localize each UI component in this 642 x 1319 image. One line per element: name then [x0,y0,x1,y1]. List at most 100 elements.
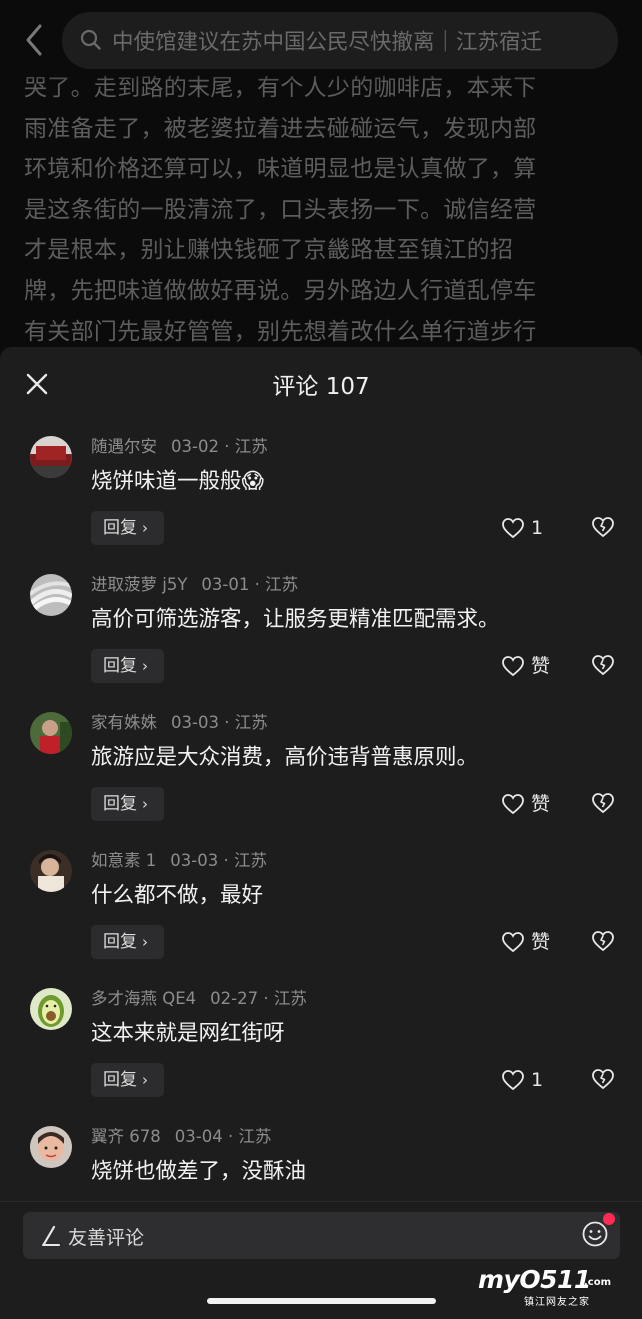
comment-text: 旅游应是大众消费，高价违背普惠原则。 [91,745,479,770]
comment-region: 江苏 [233,851,267,870]
comment-date: 03-04 [174,1127,223,1146]
heart-icon [502,794,524,815]
broken-heart-icon [592,931,614,952]
dislike-button[interactable] [590,653,616,679]
dislike-button[interactable] [590,1067,616,1093]
avatar[interactable] [30,988,72,1030]
comments-sheet: 评论 107 随遇尔安 03-02 · 江苏 烧饼味道一般般😱 回复 › 1 进取菠… [0,347,642,1319]
like-button[interactable]: 1 [501,516,561,542]
comment-meta: 如意素 1 03-03 · 江苏 [91,851,267,870]
reply-button[interactable]: 回复 › [91,511,164,545]
top-bar: 中使馆建议在苏中国公民尽快撤离｜江苏宿迁 [0,0,642,82]
comment-text: 高价可筛选游客，让服务更精准匹配需求。 [91,607,500,632]
article-line: 才是根本，别让赚快钱砸了京畿路甚至镇江的招 [24,237,514,264]
username[interactable]: 翼齐 678 [91,1127,161,1146]
article-line: 是这条街的一股清流了，口头表扬一下。诚信经营 [24,196,537,223]
username[interactable]: 家有姝姝 [91,713,157,732]
comment-region: 江苏 [234,713,268,732]
pen-icon [42,1225,60,1246]
chevron-right-icon: › [142,933,148,951]
broken-heart-icon [592,517,614,538]
dislike-button[interactable] [590,515,616,541]
chevron-right-icon: › [142,519,148,537]
avatar[interactable] [30,1126,72,1168]
comment-text: 烧饼味道一般般😱 [91,469,264,494]
like-button[interactable]: 赞 [501,792,561,818]
comment-item: 随遇尔安 03-02 · 江苏 烧饼味道一般般😱 回复 › 1 [0,436,642,574]
username[interactable]: 多才海燕 QE4 [91,989,196,1008]
article-line: 环境和价格还算可以，味道明显也是认真做了，算 [24,156,537,183]
comments-title: 评论 107 [272,374,370,400]
watermark-main: myO511 [478,1265,591,1294]
like-count: 1 [531,1069,544,1091]
reply-button[interactable]: 回复 › [91,925,164,959]
chevron-right-icon: › [142,1071,148,1089]
comment-item: 多才海燕 QE4 02-27 · 江苏 这本来就是网红街呀 回复 › 1 [0,988,642,1126]
username[interactable]: 进取菠萝 j5Y [91,575,187,594]
comment-input-placeholder: 友善评论 [68,1227,145,1249]
comment-date: 03-03 [170,851,219,870]
broken-heart-icon [592,793,614,814]
comment-meta: 家有姝姝 03-03 · 江苏 [91,713,268,732]
dislike-button[interactable] [590,791,616,817]
broken-heart-icon [592,655,614,676]
heart-icon [502,932,524,953]
comment-item: 如意素 1 03-03 · 江苏 什么都不做，最好 回复 › 赞 [0,850,642,988]
article-line: 雨准备走了，被老婆拉着进去碰碰运气，发现内部 [24,115,537,142]
comment-item: 家有姝姝 03-03 · 江苏 旅游应是大众消费，高价违背普惠原则。 回复 › 赞 [0,712,642,850]
chevron-right-icon: › [142,795,148,813]
comment-text: 什么都不做，最好 [91,883,264,908]
comment-text: 这本来就是网红街呀 [91,1021,285,1046]
like-button[interactable]: 赞 [501,930,561,956]
comment-date: 03-02 [171,437,219,456]
back-button[interactable] [20,22,52,58]
reply-button[interactable]: 回复 › [91,649,164,683]
comment-meta: 进取菠萝 j5Y 03-01 · 江苏 [91,575,299,594]
heart-icon [502,518,524,539]
emoji-icon [582,1221,608,1247]
avatar[interactable] [30,712,72,754]
comment-meta: 多才海燕 QE4 02-27 · 江苏 [91,989,307,1008]
home-indicator[interactable] [207,1298,436,1304]
comment-input[interactable]: 友善评论 [23,1212,620,1259]
watermark-sub: 镇江网友之家 [524,1297,590,1308]
watermark-domain: .com [584,1277,612,1288]
comment-date: 02-27 [210,989,259,1008]
like-count: 赞 [531,931,551,953]
comment-meta: 随遇尔安 03-02 · 江苏 [91,437,268,456]
comment-meta: 翼齐 678 03-04 · 江苏 [91,1127,272,1146]
reply-button[interactable]: 回复 › [91,787,164,821]
broken-heart-icon [592,1069,614,1090]
search-bar[interactable]: 中使馆建议在苏中国公民尽快撤离｜江苏宿迁 [62,12,618,69]
comment-item: 进取菠萝 j5Y 03-01 · 江苏 高价可筛选游客，让服务更精准匹配需求。 回… [0,574,642,712]
comment-text: 烧饼也做差了，没酥油 [91,1159,307,1184]
avatar[interactable] [30,574,72,616]
chevron-left-icon [26,24,42,56]
dislike-button[interactable] [590,929,616,955]
comment-region: 江苏 [234,437,268,456]
avatar[interactable] [30,850,72,892]
reply-button[interactable]: 回复 › [91,1063,164,1097]
comment-region: 江苏 [238,1127,272,1146]
chevron-right-icon: › [142,657,148,675]
comment-region: 江苏 [273,989,307,1008]
heart-icon [502,1070,524,1091]
like-count: 1 [531,517,544,539]
like-button[interactable]: 1 [501,1068,561,1094]
comment-date: 03-03 [171,713,219,732]
article-background: 哭了。走到路的末尾，有个人少的咖啡店，本来下 雨准备走了，被老婆拉着进去碰碰运气… [0,0,642,360]
emoji-button[interactable] [581,1220,609,1248]
watermark-logo: myO511 .com 镇江网友之家 [478,1265,618,1308]
comment-date: 03-01 [201,575,250,594]
username[interactable]: 如意素 1 [91,851,156,870]
username[interactable]: 随遇尔安 [91,437,157,456]
search-icon [80,29,101,50]
heart-icon [502,656,524,677]
like-count: 赞 [531,793,551,815]
notification-dot [603,1213,615,1225]
avatar[interactable] [30,436,72,478]
article-text: 哭了。走到路的末尾，有个人少的咖啡店，本来下 雨准备走了，被老婆拉着进去碰碰运气… [24,68,618,352]
search-query: 中使馆建议在苏中国公民尽快撤离｜江苏宿迁 [112,30,543,55]
like-button[interactable]: 赞 [501,654,561,680]
comment-region: 江苏 [265,575,299,594]
